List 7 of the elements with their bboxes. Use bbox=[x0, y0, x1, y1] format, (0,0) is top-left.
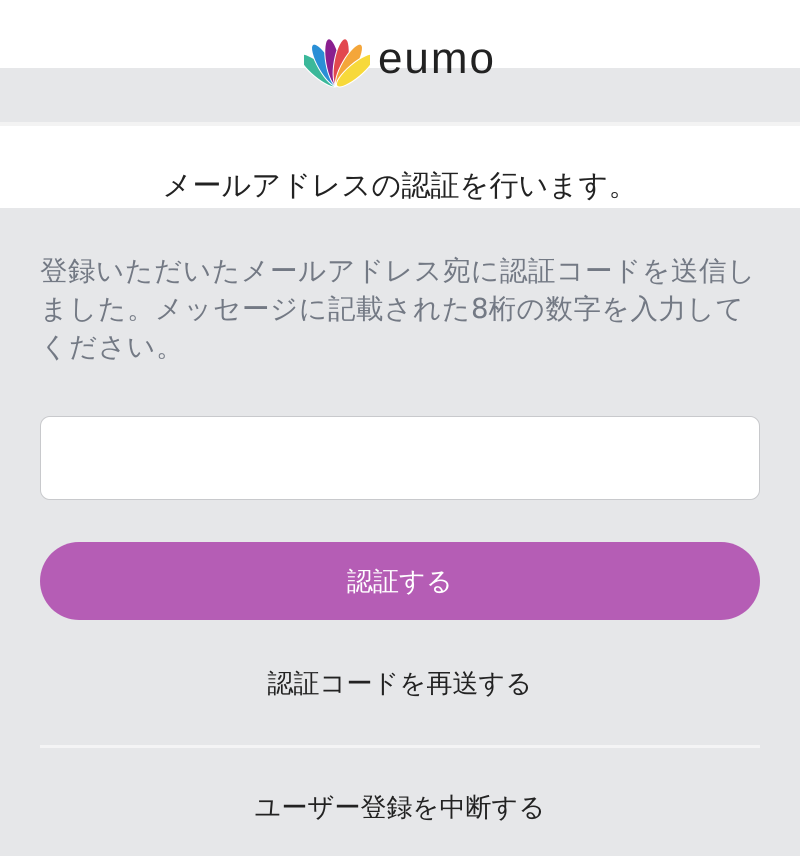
resend-code-link[interactable]: 認証コードを再送する bbox=[268, 666, 532, 701]
code-input-field[interactable] bbox=[40, 416, 760, 500]
instruction-text: 登録いただいたメールアドレス宛に認証コードを送信しました。メッセージに記載された8桁の数字を入力してください。 bbox=[40, 253, 757, 365]
logo-wordmark: eumo bbox=[378, 37, 496, 81]
cancel-registration-link[interactable]: ユーザー登録を中断する bbox=[254, 790, 546, 825]
page-heading: メールアドレスの認証を行います。 bbox=[162, 167, 638, 204]
verify-button[interactable]: 認証する bbox=[40, 542, 760, 620]
